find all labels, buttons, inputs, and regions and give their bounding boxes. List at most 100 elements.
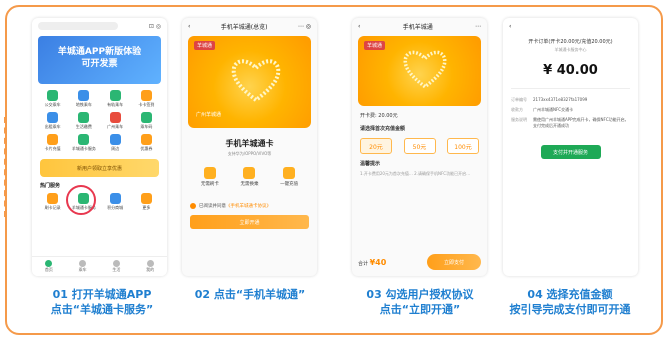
card-image: 羊城通 广州羊城通 xyxy=(188,36,311,128)
promo-banner[interactable]: 羊城通APP新版体验 可开发票 xyxy=(38,36,161,84)
tab-item[interactable]: 我的 xyxy=(146,260,154,273)
agreement-row[interactable]: 已阅读并同意 《手机羊城通卡协议》 xyxy=(190,203,309,209)
checkbox-icon[interactable] xyxy=(190,203,196,209)
caption-line1: 02 点击“手机羊城通” xyxy=(194,288,306,301)
service-item[interactable]: 生活缴费 xyxy=(69,112,98,130)
detail-row: 服务说明 需使用广州羊城通APP完成开卡，确保NFC功能开启，支付完成后开通成功 xyxy=(503,115,638,131)
total-label-text: 合计 xyxy=(358,260,369,267)
service-item[interactable]: 广州乘车 xyxy=(101,112,130,130)
service-icon xyxy=(109,134,121,145)
service-icon xyxy=(109,90,121,101)
amount-option[interactable]: 50元 xyxy=(403,138,436,154)
service-item[interactable]: 有轨乘车 xyxy=(101,90,130,108)
top-bar: ⊡ ◎ xyxy=(32,18,167,34)
agree-prefix: 已阅读并同意 xyxy=(199,204,226,209)
service-label: 周边 xyxy=(111,146,120,151)
detail-key: 服务说明 xyxy=(511,117,527,122)
hot-service-item[interactable]: 刷卡记录 xyxy=(38,193,67,211)
service-icon xyxy=(78,112,90,123)
service-item[interactable]: 公交乘车 xyxy=(38,90,67,108)
tab-item[interactable]: 乘车 xyxy=(79,260,87,273)
caption-step-1: 01 打开羊城通APP 点击“羊城通卡服务” xyxy=(22,287,182,317)
service-label: 出租乘车 xyxy=(44,124,61,129)
caption-line2: 点击“立即开通” xyxy=(379,303,461,316)
amount-section-label: 请选择首次充值金额 xyxy=(360,126,406,132)
detail-row: 订单编号 2173xx4371e8327fa17099 xyxy=(503,95,638,105)
feature-item: 一键充值 xyxy=(280,167,298,187)
feature-label: 无需刷卡 xyxy=(200,182,219,187)
service-icon xyxy=(47,134,59,145)
service-item[interactable]: 周边 xyxy=(101,134,130,152)
heart-icon xyxy=(231,59,281,103)
tab-item[interactable]: 生活 xyxy=(112,260,120,273)
service-item[interactable]: 乘车码 xyxy=(132,112,161,130)
tab-label: 生活 xyxy=(112,267,121,272)
notice-title: 温馨提示 xyxy=(360,161,381,167)
nav-bar: ‹ 手机羊城通 ⋯ xyxy=(352,18,487,34)
search-input[interactable] xyxy=(38,22,118,30)
pay-now-button[interactable]: 立即支付 xyxy=(427,254,481,270)
card-logo: 羊城通 xyxy=(364,41,386,50)
order-details: 订单编号 2173xx4371e8327fa17099 收款方 广州羊城通NFC交通卡… xyxy=(503,95,638,131)
feature-item: 无需刷卡 xyxy=(201,167,219,187)
pay-and-open-button[interactable]: 支付并开通服务 xyxy=(540,145,601,159)
detail-key: 收款方 xyxy=(511,107,523,112)
back-icon[interactable]: ‹ xyxy=(188,23,190,30)
more-icon[interactable]: ⋯ ◎ xyxy=(298,23,311,30)
service-item[interactable]: 卡片充值 xyxy=(38,134,67,152)
agreement-link[interactable]: 《手机羊城通卡协议》 xyxy=(226,203,271,209)
hot-service-icon xyxy=(109,193,121,204)
hot-service-label: 更多 xyxy=(142,205,151,210)
total-value: ¥40 xyxy=(369,257,387,267)
feature-icon xyxy=(283,167,296,179)
nav-title: 手机羊城通 xyxy=(402,23,433,31)
detail-row: 收款方 广州羊城通NFC交通卡 xyxy=(503,105,638,115)
service-item[interactable]: 优惠券 xyxy=(132,134,161,152)
hot-service-item[interactable]: 更多 xyxy=(132,193,161,211)
hot-services-grid: 刷卡记录 羊城通卡服务 积分商城 更多 xyxy=(32,185,167,215)
tab-item[interactable]: 首页 xyxy=(45,260,53,273)
service-item[interactable]: 出租乘车 xyxy=(38,112,67,130)
detail-value: 需使用广州羊城通APP完成开卡，确保NFC功能开启，支付完成后开通成功 xyxy=(533,117,629,128)
service-icon xyxy=(78,134,90,145)
service-label: 地铁乘车 xyxy=(75,102,92,107)
caption-step-3: 03 勾选用户授权协议 点击“立即开通” xyxy=(340,287,500,317)
service-label: 卡片充值 xyxy=(44,146,61,151)
service-label: 有轨乘车 xyxy=(107,102,124,107)
tab-icon xyxy=(79,260,87,267)
amount-option[interactable]: 20元 xyxy=(360,138,392,154)
card-title: 手机羊城通卡 xyxy=(225,139,274,148)
bottom-tabbar: 首页 乘车 生活 我的 xyxy=(32,256,167,276)
open-now-button[interactable]: 立即开通 xyxy=(190,215,309,229)
tab-icon xyxy=(45,260,53,267)
caption-step-2: 02 点击“手机羊城通” xyxy=(170,287,330,302)
heart-icon xyxy=(403,50,447,89)
order-amount: ¥ 40.00 xyxy=(543,63,598,78)
hot-service-label: 刷卡记录 xyxy=(44,205,61,210)
back-icon[interactable]: ‹ xyxy=(358,23,360,30)
scan-icon[interactable]: ⊡ ◎ xyxy=(149,23,161,30)
back-icon[interactable]: ‹ xyxy=(509,23,511,30)
caption-line1: 04 选择充值金额 xyxy=(527,288,613,301)
feature-row: 无需刷卡 无需换乘 一键充值 xyxy=(182,167,317,187)
detail-key: 订单编号 xyxy=(511,97,527,102)
service-item[interactable]: 卡卡签到 xyxy=(132,90,161,108)
amount-option[interactable]: 100元 xyxy=(447,138,479,154)
caption-line2: 点击“羊城通卡服务” xyxy=(50,303,154,316)
card-subtitle: 支持华为/OPPO/VIVO等 xyxy=(227,151,272,156)
service-label: 卡卡签到 xyxy=(138,102,155,107)
service-item[interactable]: 羊城通卡服务 xyxy=(69,134,98,152)
divider xyxy=(511,88,630,89)
card-image: 羊城通 xyxy=(358,36,481,106)
caption-line1: 01 打开羊城通APP xyxy=(52,288,152,301)
hot-service-item[interactable]: 积分商城 xyxy=(101,193,130,211)
card-fee-row: 开卡费: 20.00元 xyxy=(360,113,398,119)
highlight-circle xyxy=(66,185,96,215)
promo-bar[interactable]: 新用户领取立享优惠 xyxy=(40,159,159,177)
checkout-bar: 合计 ¥40 立即支付 xyxy=(358,254,481,270)
detail-value: 2173xx4371e8327fa17099 xyxy=(533,97,588,102)
more-icon[interactable]: ⋯ xyxy=(475,23,481,30)
tab-label: 我的 xyxy=(146,267,155,272)
hot-service-icon xyxy=(140,193,152,204)
service-item[interactable]: 地铁乘车 xyxy=(69,90,98,108)
